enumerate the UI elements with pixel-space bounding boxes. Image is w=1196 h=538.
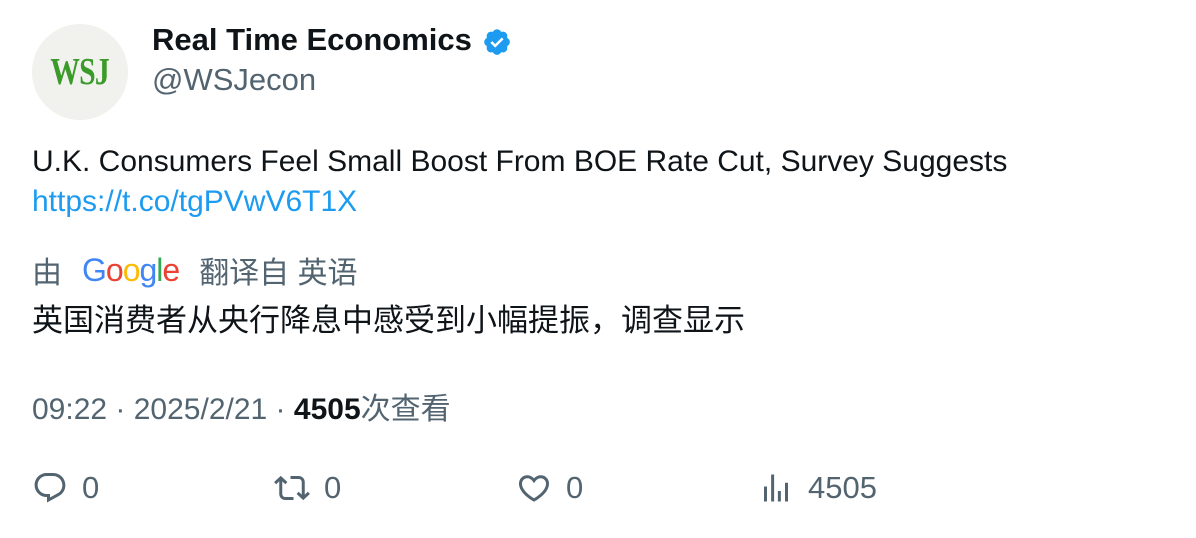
heart-icon bbox=[518, 475, 550, 502]
retweet-button[interactable]: 0 bbox=[274, 470, 341, 506]
google-logo: Google bbox=[82, 251, 180, 288]
retweet-count: 0 bbox=[324, 470, 342, 505]
like-count: 0 bbox=[566, 470, 584, 505]
analytics-icon bbox=[764, 474, 788, 502]
translation-prefix: 由 bbox=[32, 257, 62, 290]
author-name[interactable]: Real Time Economics bbox=[152, 22, 472, 58]
tweet-meta: 09:22 · 2025/2/21 · 4505次查看 bbox=[32, 384, 451, 428]
tweet-link[interactable]: https://t.co/tgPVwV6T1X bbox=[32, 182, 1162, 222]
reply-count: 0 bbox=[82, 470, 100, 505]
view-label: 次查看 bbox=[360, 393, 451, 426]
retweet-icon bbox=[274, 475, 310, 501]
translation-suffix: 翻译自 英语 bbox=[199, 257, 358, 290]
avatar-logo-text: WSJ bbox=[50, 51, 110, 93]
author-handle[interactable]: @WSJecon bbox=[152, 62, 316, 98]
tweet-body: U.K. Consumers Feel Small Boost From BOE… bbox=[32, 145, 1008, 178]
view-count: 4505 bbox=[293, 393, 361, 426]
meta-separator: · bbox=[107, 393, 134, 426]
avatar[interactable]: WSJ bbox=[32, 24, 128, 120]
action-bar: 0 0 0 4505 bbox=[32, 470, 1162, 514]
meta-separator: · bbox=[267, 393, 294, 426]
like-button[interactable]: 0 bbox=[516, 470, 583, 506]
views-count: 4505 bbox=[808, 470, 877, 505]
reply-button[interactable]: 0 bbox=[32, 470, 99, 506]
views-button[interactable]: 4505 bbox=[758, 470, 877, 506]
tweet-date[interactable]: 2025/2/21 bbox=[134, 393, 267, 426]
author-name-row: Real Time Economics bbox=[152, 22, 512, 58]
tweet-text: U.K. Consumers Feel Small Boost From BOE… bbox=[32, 142, 1162, 222]
translated-text: 英国消费者从央行降息中感受到小幅提振，调查显示 bbox=[32, 303, 745, 338]
translation-attribution: 由 Google 翻译自 英语 bbox=[32, 248, 358, 292]
reply-icon bbox=[34, 473, 66, 503]
verified-badge-icon bbox=[484, 29, 510, 55]
tweet-time[interactable]: 09:22 bbox=[32, 393, 107, 426]
